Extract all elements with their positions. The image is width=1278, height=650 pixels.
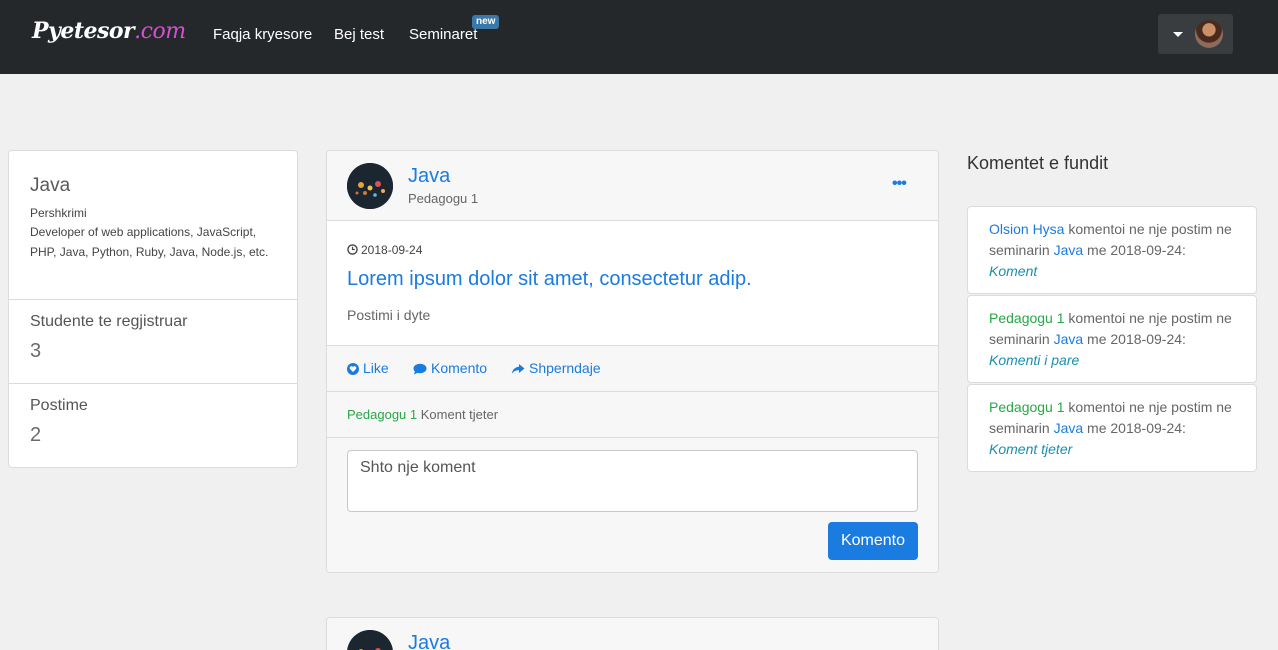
comment-label: Komento xyxy=(431,360,488,376)
seminar-link[interactable]: Java xyxy=(1054,331,1084,347)
recent-comment-card: Pedagogu 1 komentoi ne nje postim ne sem… xyxy=(967,295,1257,383)
comment-user-link[interactable]: Olsion Hysa xyxy=(989,221,1064,237)
comment-content[interactable]: Koment xyxy=(989,263,1037,279)
share-button[interactable]: Shperndaje xyxy=(511,360,601,376)
post-card: Java Pedagogu 1 ••• 2018-09-24 Lorem ips… xyxy=(326,150,939,573)
comment-user-link[interactable]: Pedagogu 1 xyxy=(989,399,1065,415)
brand-logo[interactable]: Pyetesor.com xyxy=(32,18,186,44)
seminar-description: Developer of web applications, JavaScrip… xyxy=(30,225,269,259)
post-comment-row: Pedagogu 1 Koment tjeter xyxy=(327,392,938,438)
comment-content[interactable]: Komenti i pare xyxy=(989,352,1079,368)
post-body: 2018-09-24 Lorem ipsum dolor sit amet, c… xyxy=(327,221,938,346)
seminar-info-section: Java Pershkrimi Developer of web applica… xyxy=(9,151,297,300)
post-card-2: Java xyxy=(326,617,939,650)
students-section: Studente te regjistruar 3 xyxy=(9,300,297,384)
comment-entry: Pedagogu 1 Koment tjeter xyxy=(347,407,498,422)
recent-comment-text: Pedagogu 1 komentoi ne nje postim ne sem… xyxy=(989,308,1249,371)
new-badge: new xyxy=(472,15,500,29)
post-seminar-title[interactable]: Java xyxy=(408,165,450,188)
top-navbar: Pyetesor.com Faqja kryesore Bej test Sem… xyxy=(0,0,1278,74)
posts-count: 2 xyxy=(30,424,42,446)
share-label: Shperndaje xyxy=(529,360,601,376)
seminar-link[interactable]: Java xyxy=(1054,420,1084,436)
user-avatar xyxy=(1195,20,1223,48)
recent-comment-card: Pedagogu 1 komentoi ne nje postim ne sem… xyxy=(967,384,1257,472)
post-avatar xyxy=(347,163,393,209)
post-date: 2018-09-24 xyxy=(347,243,422,257)
description-label: Pershkrimi xyxy=(30,206,87,220)
post-author: Pedagogu 1 xyxy=(408,191,479,206)
like-button[interactable]: Like xyxy=(347,360,389,376)
students-count: 3 xyxy=(30,340,42,362)
submit-comment-button[interactable]: Komento xyxy=(828,522,918,560)
more-options-icon[interactable]: ••• xyxy=(892,175,907,193)
comment-date-text: me 2018-09-24: xyxy=(1083,331,1186,347)
comment-button[interactable]: Komento xyxy=(413,360,487,376)
post-header: Java Pedagogu 1 ••• xyxy=(327,151,938,221)
brand-name: Pyetesor xyxy=(32,18,135,44)
post-header-2: Java xyxy=(327,618,938,650)
comment-user-link[interactable]: Pedagogu 1 xyxy=(989,310,1065,326)
brand-domain: .com xyxy=(134,19,186,44)
post-headline[interactable]: Lorem ipsum dolor sit amet, consectetur … xyxy=(347,268,752,291)
comment-input[interactable] xyxy=(347,450,918,512)
post-2-seminar-title[interactable]: Java xyxy=(408,632,450,650)
comment-text: Koment tjeter xyxy=(420,407,499,422)
students-label: Studente te regjistruar xyxy=(30,313,188,330)
nav-link-seminars[interactable]: Seminaret xyxy=(409,26,477,43)
like-label: Like xyxy=(363,360,389,376)
user-menu-dropdown[interactable] xyxy=(1158,14,1233,54)
caret-down-icon xyxy=(1173,32,1183,37)
recent-comment-text: Pedagogu 1 komentoi ne nje postim ne sem… xyxy=(989,397,1249,460)
seminar-title: Java xyxy=(30,175,71,196)
share-icon xyxy=(511,364,525,374)
comment-date-text: me 2018-09-24: xyxy=(1083,420,1186,436)
comment-author[interactable]: Pedagogu 1 xyxy=(347,407,417,422)
comment-icon xyxy=(413,363,427,375)
recent-comment-text: Olsion Hysa komentoi ne nje postim ne se… xyxy=(989,219,1249,282)
seminar-link[interactable]: Java xyxy=(1054,242,1084,258)
post-date-text: 2018-09-24 xyxy=(361,243,423,257)
comment-date-text: me 2018-09-24: xyxy=(1083,242,1186,258)
posts-label: Postime xyxy=(30,397,88,414)
post-text: Postimi i dyte xyxy=(347,307,431,323)
nav-link-home[interactable]: Faqja kryesore xyxy=(213,26,312,43)
seminar-profile-card: Java Pershkrimi Developer of web applica… xyxy=(8,150,298,468)
recent-comments-heading: Komentet e fundit xyxy=(967,153,1109,173)
recent-comment-card: Olsion Hysa komentoi ne nje postim ne se… xyxy=(967,206,1257,294)
nav-link-take-test[interactable]: Bej test xyxy=(334,26,384,43)
clock-icon xyxy=(347,244,358,255)
post-actions-bar: Like Komento Shperndaje xyxy=(327,346,938,392)
comment-content[interactable]: Koment tjeter xyxy=(989,441,1072,457)
comment-form: Komento xyxy=(327,438,938,572)
posts-section: Postime 2 xyxy=(9,384,297,467)
heart-icon xyxy=(347,363,359,375)
post-avatar-2 xyxy=(347,630,393,650)
